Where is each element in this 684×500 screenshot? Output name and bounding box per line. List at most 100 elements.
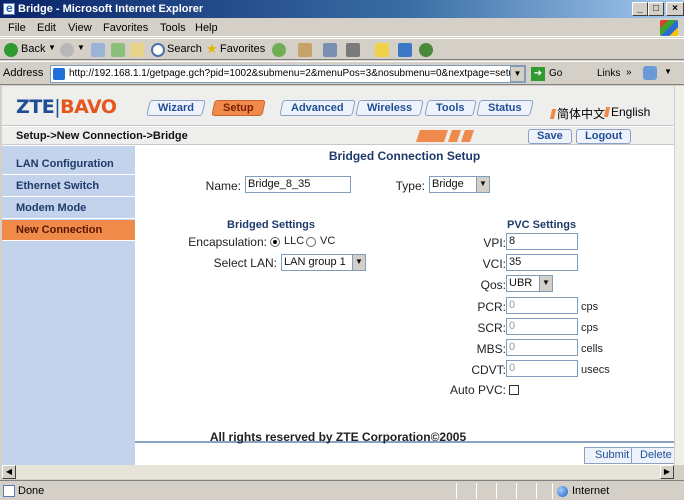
save-button[interactable]: Save bbox=[528, 129, 572, 144]
status-divider bbox=[516, 483, 517, 499]
encap-llc-label: LLC bbox=[284, 235, 305, 247]
encap-vc-radio[interactable] bbox=[306, 237, 316, 247]
discuss-icon[interactable] bbox=[398, 43, 412, 57]
encap-vc-label: VC bbox=[320, 235, 336, 247]
vertical-scrollbar[interactable] bbox=[674, 86, 684, 465]
menu-file[interactable]: File bbox=[8, 22, 26, 34]
minimize-button[interactable]: _ bbox=[632, 2, 648, 16]
menu-edit[interactable]: Edit bbox=[37, 22, 56, 34]
favorites-star-icon[interactable]: ★ bbox=[206, 41, 218, 57]
links-chevron-icon[interactable]: » bbox=[626, 67, 632, 78]
deco-bar bbox=[448, 130, 461, 142]
history-icon[interactable] bbox=[298, 43, 312, 57]
encapsulation-label: Encapsulation: bbox=[188, 235, 267, 249]
back-dropdown-icon[interactable]: ▼ bbox=[48, 43, 56, 52]
lang-chinese-link[interactable]: 简体中文 bbox=[551, 105, 605, 122]
scr-unit: cps bbox=[581, 322, 599, 334]
cdvt-input[interactable]: 0 bbox=[506, 360, 578, 377]
nav-wireless[interactable]: Wireless bbox=[355, 100, 424, 116]
search-icon[interactable] bbox=[151, 43, 165, 57]
chevron-down-icon: ▼ bbox=[539, 276, 552, 291]
auto-pvc-checkbox[interactable] bbox=[509, 385, 519, 395]
lan-group-select[interactable]: LAN group 1 ▼ bbox=[281, 254, 366, 271]
encap-llc-radio[interactable] bbox=[270, 237, 280, 247]
lang-english-link[interactable]: English bbox=[605, 105, 650, 119]
links-button[interactable]: Links bbox=[597, 68, 620, 79]
browser-toolbar: Back ▼ ▼ Search ★ Favorites bbox=[0, 38, 684, 60]
scroll-right-icon[interactable]: ▶ bbox=[660, 465, 674, 479]
bridged-setup-panel: Bridged Connection Setup Name: Bridge_8_… bbox=[135, 146, 674, 465]
search-button[interactable]: Search bbox=[167, 43, 202, 55]
name-input[interactable]: Bridge_8_35 bbox=[245, 176, 351, 193]
page-icon bbox=[53, 68, 65, 80]
menu-favorites[interactable]: Favorites bbox=[103, 22, 148, 34]
delete-button[interactable]: Delete bbox=[631, 447, 674, 464]
mail-icon[interactable] bbox=[323, 43, 337, 57]
scr-input[interactable]: 0 bbox=[506, 318, 578, 335]
close-button[interactable]: × bbox=[666, 2, 684, 16]
panel-title: Bridged Connection Setup bbox=[328, 149, 481, 163]
extra-dropdown-icon[interactable]: ▼ bbox=[664, 67, 672, 76]
forward-icon[interactable] bbox=[60, 43, 74, 57]
logout-button[interactable]: Logout bbox=[576, 129, 632, 144]
nav-setup[interactable]: Setup bbox=[211, 100, 266, 116]
nav-wizard[interactable]: Wizard bbox=[146, 100, 206, 116]
vci-input[interactable]: 35 bbox=[506, 254, 578, 271]
home-icon[interactable] bbox=[130, 43, 144, 57]
maximize-button[interactable]: □ bbox=[648, 2, 664, 16]
status-divider bbox=[476, 483, 477, 499]
type-select[interactable]: Bridge ▼ bbox=[429, 176, 490, 193]
menu-bar: File Edit View Favorites Tools Help bbox=[0, 19, 684, 37]
forward-dropdown-icon[interactable]: ▼ bbox=[77, 43, 85, 52]
go-arrow-icon[interactable]: ➔ bbox=[531, 67, 545, 81]
bridged-settings-title: Bridged Settings bbox=[227, 219, 316, 231]
scroll-left-icon[interactable]: ◀ bbox=[2, 465, 16, 479]
favorites-button[interactable]: Favorites bbox=[220, 43, 265, 55]
go-button[interactable]: Go bbox=[549, 68, 562, 79]
address-label: Address bbox=[3, 67, 44, 79]
mbs-input[interactable]: 0 bbox=[506, 339, 578, 356]
mbs-unit: cells bbox=[581, 343, 604, 355]
status-bar: Done Internet bbox=[0, 480, 684, 500]
nav-advanced[interactable]: Advanced bbox=[279, 100, 356, 116]
vpi-label: VPI: bbox=[483, 236, 506, 250]
window-title: Bridge - Microsoft Internet Explorer bbox=[18, 3, 204, 15]
windows-logo-icon bbox=[660, 20, 678, 36]
messenger-icon[interactable] bbox=[419, 43, 433, 57]
address-dropdown-icon[interactable]: ▼ bbox=[510, 66, 525, 82]
status-divider bbox=[552, 483, 553, 499]
menu-help[interactable]: Help bbox=[195, 22, 218, 34]
back-icon[interactable] bbox=[4, 43, 18, 57]
page-done-icon bbox=[3, 485, 15, 497]
nav-tools[interactable]: Tools bbox=[424, 100, 477, 116]
menu-tools[interactable]: Tools bbox=[160, 22, 186, 34]
refresh-icon[interactable] bbox=[111, 43, 125, 57]
decorative-bars bbox=[416, 130, 514, 142]
status-text: Done bbox=[18, 485, 45, 497]
qos-select[interactable]: UBR ▼ bbox=[506, 275, 553, 292]
type-label: Type: bbox=[395, 179, 425, 193]
stop-icon[interactable] bbox=[91, 43, 105, 57]
print-icon[interactable] bbox=[346, 43, 360, 57]
breadcrumb: Setup->New Connection->Bridge bbox=[16, 130, 188, 142]
auto-pvc-label: Auto PVC: bbox=[449, 383, 506, 397]
sidebar-item-lan-configuration[interactable]: LAN Configuration bbox=[2, 154, 135, 175]
vpi-input[interactable]: 8 bbox=[506, 233, 578, 250]
nav-status[interactable]: Status bbox=[476, 100, 534, 116]
address-input[interactable]: http://192.168.1.1/getpage.gch?pid=1002&… bbox=[50, 65, 526, 83]
toolbar-extra-icon[interactable] bbox=[643, 66, 657, 80]
sidebar-item-new-connection[interactable]: New Connection bbox=[2, 220, 135, 241]
pcr-input[interactable]: 0 bbox=[506, 297, 578, 314]
back-button[interactable]: Back bbox=[21, 43, 45, 55]
menu-view[interactable]: View bbox=[68, 22, 92, 34]
scr-label: SCR: bbox=[477, 321, 506, 335]
sidebar-item-modem-mode[interactable]: Modem Mode bbox=[2, 198, 135, 219]
sidebar-item-ethernet-switch[interactable]: Ethernet Switch bbox=[2, 176, 135, 197]
media-icon[interactable] bbox=[272, 43, 286, 57]
pcr-label: PCR: bbox=[477, 300, 506, 314]
window-titlebar: Bridge - Microsoft Internet Explorer bbox=[0, 0, 684, 18]
deco-bar bbox=[416, 130, 448, 142]
cdvt-label: CDVT: bbox=[471, 363, 506, 377]
horizontal-scrollbar[interactable]: ◀ ▶ bbox=[2, 465, 674, 479]
edit-icon[interactable] bbox=[375, 43, 389, 57]
